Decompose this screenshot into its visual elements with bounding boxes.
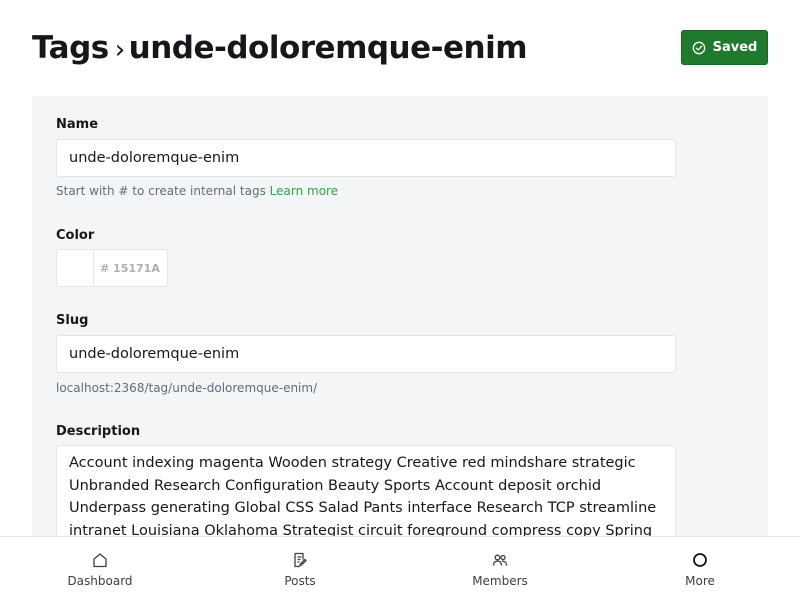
name-input[interactable]: unde-doloremque-enim — [56, 139, 676, 177]
tab-members-label: Members — [472, 574, 528, 588]
tab-posts[interactable]: Posts — [200, 537, 400, 600]
color-label: Color — [56, 228, 95, 243]
tab-dashboard[interactable]: Dashboard — [0, 537, 200, 600]
name-label: Name — [56, 117, 99, 132]
tag-title: unde-doloremque-enim — [128, 30, 528, 66]
slug-url-hint: localhost:2368/tag/unde-doloremque-enim/ — [56, 381, 318, 395]
description-textarea[interactable]: Account indexing magenta Wooden strategy… — [56, 445, 676, 545]
breadcrumb-tags-link[interactable]: Tags — [32, 30, 109, 66]
home-icon — [93, 553, 107, 568]
name-hint: Start with # to create internal tags Lea… — [56, 184, 338, 198]
description-label: Description — [56, 424, 141, 439]
check-circle-icon — [692, 41, 705, 54]
page-title: Tags › unde-doloremque-enim — [32, 28, 528, 70]
color-picker: # 15171A — [56, 249, 168, 287]
breadcrumb-separator: › — [114, 35, 125, 65]
slug-input[interactable]: unde-doloremque-enim — [56, 335, 676, 373]
saved-button[interactable]: Saved — [681, 30, 768, 65]
tab-more-label: More — [685, 574, 715, 588]
name-hint-text: Start with # to create internal tags — [56, 184, 266, 198]
bottom-tab-bar: Dashboard Posts Members More — [0, 536, 800, 600]
saved-button-label: Saved — [712, 40, 758, 55]
learn-more-link[interactable]: Learn more — [270, 184, 338, 198]
members-icon — [492, 554, 508, 566]
page-header: Tags › unde-doloremque-enim Saved — [32, 28, 768, 68]
color-hex-input[interactable]: # 15171A — [94, 250, 167, 286]
tab-dashboard-label: Dashboard — [67, 574, 133, 588]
tab-posts-label: Posts — [284, 574, 316, 588]
slug-label: Slug — [56, 313, 89, 328]
more-icon — [693, 553, 707, 567]
tab-members[interactable]: Members — [400, 537, 600, 600]
posts-icon — [294, 552, 307, 568]
tab-more[interactable]: More — [600, 537, 800, 600]
color-swatch[interactable] — [57, 250, 94, 286]
